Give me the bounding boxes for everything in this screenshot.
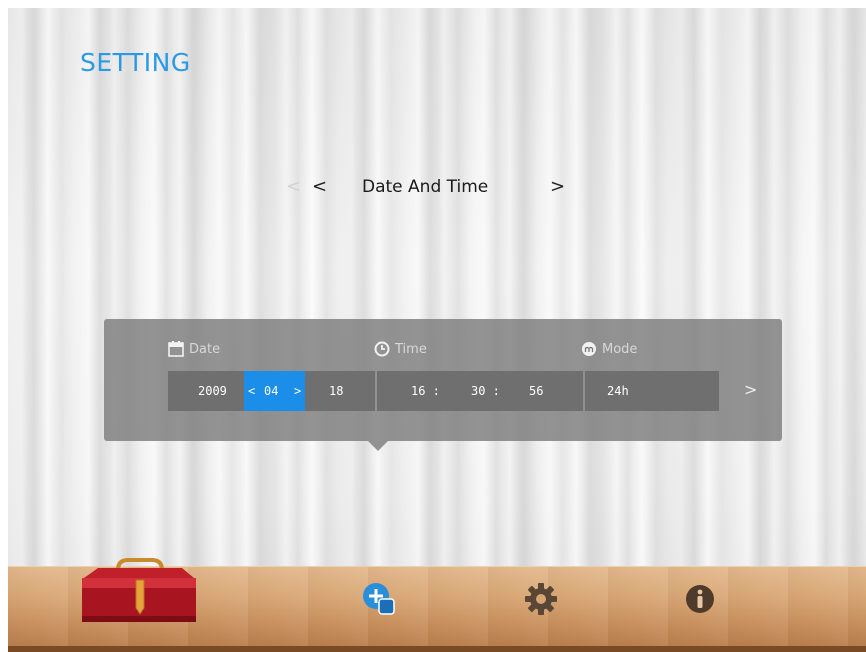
month-value: 04 bbox=[264, 384, 279, 398]
mode-field[interactable]: 24h bbox=[585, 371, 719, 411]
month-field[interactable]: < 04 > bbox=[244, 371, 305, 411]
year-field[interactable]: 2009 bbox=[168, 371, 244, 411]
mode-value: 24h bbox=[607, 384, 629, 398]
clock-icon bbox=[374, 341, 390, 357]
gear-icon[interactable] bbox=[524, 582, 558, 620]
panel-pointer bbox=[368, 441, 388, 451]
mode-label: Mode bbox=[602, 341, 638, 357]
nav-prev-button[interactable]: < bbox=[312, 176, 327, 197]
date-label: Date bbox=[189, 341, 221, 357]
date-header: Date bbox=[168, 341, 220, 357]
day-field[interactable]: 18 bbox=[305, 371, 375, 411]
second-value: 56 bbox=[529, 384, 544, 398]
mode-icon bbox=[581, 341, 597, 357]
calendar-icon bbox=[168, 341, 184, 357]
page-title: SETTING bbox=[80, 48, 191, 77]
minute-value: 30 : bbox=[471, 384, 500, 398]
add-widget-icon[interactable] bbox=[362, 582, 396, 620]
time-label: Time bbox=[395, 341, 427, 357]
info-icon[interactable] bbox=[684, 583, 716, 619]
day-value: 18 bbox=[329, 384, 344, 398]
mode-header: Mode bbox=[581, 341, 637, 357]
toolbox-icon[interactable] bbox=[78, 556, 200, 630]
panel-next-button[interactable]: > bbox=[744, 380, 757, 399]
settings-screen: SETTING < < Date And Time > Date Time Mo… bbox=[8, 8, 866, 652]
nav-current-label: Date And Time bbox=[362, 177, 489, 197]
year-value: 2009 bbox=[198, 384, 227, 398]
nav-next-button[interactable]: > bbox=[550, 176, 565, 197]
category-nav: < < Date And Time > bbox=[278, 174, 578, 204]
hour-value: 16 : bbox=[411, 384, 440, 398]
time-header: Time bbox=[374, 341, 427, 357]
time-field[interactable]: 16 : 30 : 56 bbox=[377, 371, 583, 411]
month-next-button[interactable]: > bbox=[294, 384, 301, 398]
month-prev-button[interactable]: < bbox=[248, 384, 255, 398]
date-time-panel: Date Time Mode 2009 < 04 > 18 16: 30: … bbox=[104, 319, 782, 451]
nav-ghost-arrow: < bbox=[286, 176, 302, 197]
